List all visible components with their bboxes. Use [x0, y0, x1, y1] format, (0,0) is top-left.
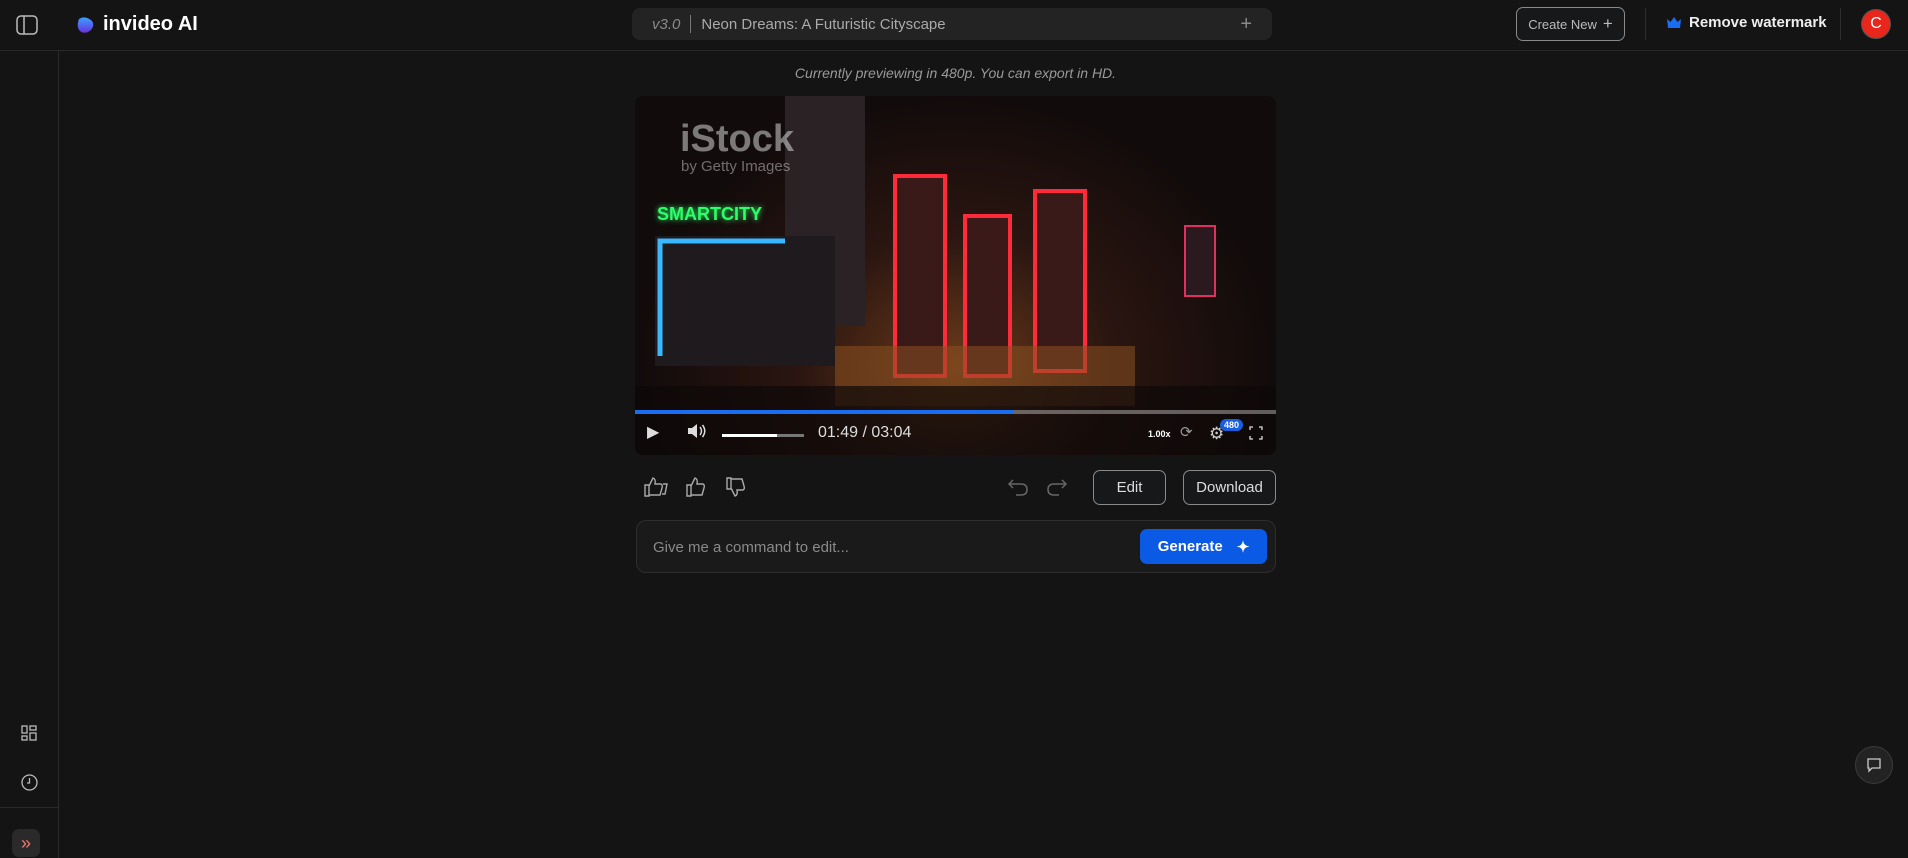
video-player[interactable]: iStock by Getty Images SMARTCITY ▶ 01:49… [635, 96, 1276, 455]
sidebar-toggle-icon[interactable] [14, 13, 40, 37]
thumbs-down-icon[interactable] [725, 476, 747, 503]
divider [690, 15, 692, 33]
chat-support-button[interactable] [1855, 746, 1893, 784]
plus-icon[interactable]: + [1240, 13, 1252, 36]
seek-bar[interactable] [635, 410, 1276, 414]
divider [1645, 8, 1646, 40]
thumbs-up-icon[interactable] [685, 476, 707, 503]
volume-slider[interactable] [722, 434, 804, 437]
neon-sign-text: SMARTCITY [657, 204, 762, 224]
redo-icon[interactable] [1046, 477, 1068, 502]
divider [0, 807, 59, 808]
volume-icon[interactable] [687, 422, 707, 445]
chat-bubble-icon [1867, 758, 1881, 773]
edit-button[interactable]: Edit [1093, 470, 1166, 505]
fullscreen-icon[interactable] [1249, 426, 1263, 445]
sparkle-icon: ✦ [1236, 538, 1250, 556]
create-new-label: Create New [1528, 16, 1597, 32]
play-button[interactable]: ▶ [647, 422, 659, 442]
time-display: 01:49 / 03:04 [818, 424, 912, 441]
plus-icon: + [1602, 14, 1613, 33]
preview-note: Currently previewing in 480p. You can ex… [794, 65, 1117, 81]
user-avatar[interactable]: C [1861, 9, 1891, 39]
double-chevron-right-icon: » [20, 832, 31, 853]
love-it-icon[interactable] [643, 476, 669, 503]
generate-label: Generate [1157, 538, 1223, 555]
generate-button[interactable]: Generate ✦ [1140, 529, 1267, 564]
download-button[interactable]: Download [1183, 470, 1276, 505]
undo-icon[interactable] [1007, 477, 1029, 502]
playback-speed[interactable]: 1.00x [1148, 429, 1171, 439]
project-title-bar[interactable]: v3.0 Neon Dreams: A Futuristic Cityscape… [632, 8, 1272, 40]
quality-badge: 480 [1220, 419, 1244, 431]
remove-watermark-label: Remove watermark [1689, 14, 1827, 31]
templates-grid-icon[interactable] [17, 721, 41, 745]
volume-level [722, 434, 777, 437]
watermark-subtitle: by Getty Images [681, 158, 791, 175]
loop-icon[interactable]: ⟳ [1180, 423, 1193, 441]
version-label: v3.0 [652, 15, 681, 33]
remove-watermark-button[interactable]: Remove watermark [1667, 14, 1827, 31]
create-new-button[interactable]: Create New + [1516, 7, 1625, 41]
left-sidebar: » [0, 51, 59, 858]
command-input[interactable] [653, 535, 1133, 559]
project-title: Neon Dreams: A Futuristic Cityscape [701, 15, 946, 33]
crown-icon [1667, 17, 1681, 28]
divider [1840, 8, 1841, 40]
seek-progress [635, 410, 1014, 414]
expand-sidebar-button[interactable]: » [12, 829, 40, 857]
invideo-logo-icon [77, 16, 94, 33]
brand-name: invideo AI [103, 13, 198, 35]
watermark: iStock [680, 118, 795, 160]
brand-logo[interactable]: invideo AI [75, 13, 198, 36]
history-clock-icon[interactable] [17, 770, 41, 794]
top-header: invideo AI v3.0 Neon Dreams: A Futuristi… [0, 0, 1908, 51]
